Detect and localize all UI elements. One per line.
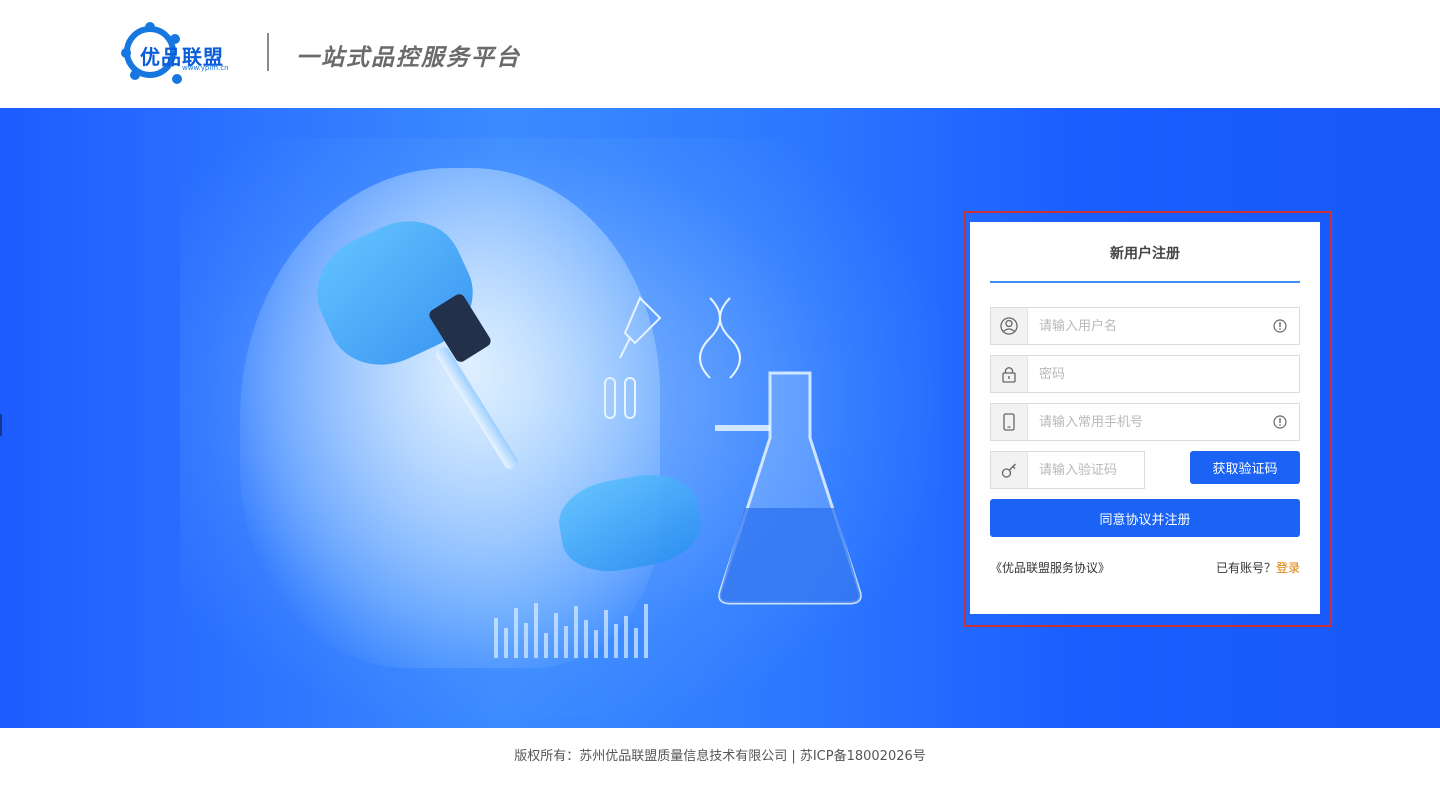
- title-underline: [990, 281, 1300, 283]
- agree-register-button[interactable]: 同意协议并注册: [990, 499, 1300, 537]
- get-code-button[interactable]: 获取验证码: [1190, 451, 1300, 484]
- page-header: 优品联盟 www.yplm.cn 一站式品控服务平台: [0, 0, 1440, 108]
- logo-dot-icon: [145, 22, 155, 32]
- data-bars-image: [494, 603, 648, 658]
- logo[interactable]: 优品联盟 www.yplm.cn: [121, 22, 242, 84]
- register-panel: 新用户注册 请输入用户名 请输入常用手机号 请输入验证码 获取验证码 同意协议并…: [970, 222, 1320, 614]
- user-circle-icon: [991, 308, 1028, 344]
- username-input[interactable]: [1039, 308, 1259, 344]
- info-circle-icon[interactable]: [1273, 415, 1287, 429]
- phone-field: [990, 403, 1300, 441]
- has-account-text: 已有账号？: [1215, 561, 1276, 575]
- logo-dot-icon: [172, 74, 182, 84]
- login-link[interactable]: 登录: [1276, 561, 1300, 575]
- key-icon: [991, 452, 1028, 488]
- logo-dot-icon: [121, 48, 131, 58]
- banner-edge-mark: [0, 414, 2, 436]
- code-field: [990, 451, 1145, 489]
- lock-icon: [991, 356, 1028, 392]
- password-field: [990, 355, 1300, 393]
- login-prompt: 已有账号？登录: [1216, 559, 1300, 576]
- username-field: [990, 307, 1300, 345]
- phone-input[interactable]: [1039, 404, 1259, 440]
- page-footer: 版权所有：苏州优品联盟质量信息技术有限公司 | 苏ICP备18002026号: [0, 728, 1440, 789]
- info-circle-icon[interactable]: [1273, 319, 1287, 333]
- register-title: 新用户注册: [1110, 246, 1180, 262]
- logo-dot-icon: [130, 70, 140, 80]
- logo-url: www.yplm.cn: [182, 64, 229, 72]
- agreement-link[interactable]: 《优品联盟服务协议》: [990, 559, 1110, 576]
- header-divider: [267, 33, 269, 71]
- science-icons-image: [604, 296, 741, 419]
- password-input[interactable]: [1039, 356, 1259, 392]
- code-input[interactable]: [1039, 452, 1139, 488]
- mobile-phone-icon: [991, 404, 1028, 440]
- copyright-text: 版权所有：苏州优品联盟质量信息技术有限公司 | 苏ICP备18002026号: [514, 749, 926, 764]
- slogan: 一站式品控服务平台: [296, 44, 521, 71]
